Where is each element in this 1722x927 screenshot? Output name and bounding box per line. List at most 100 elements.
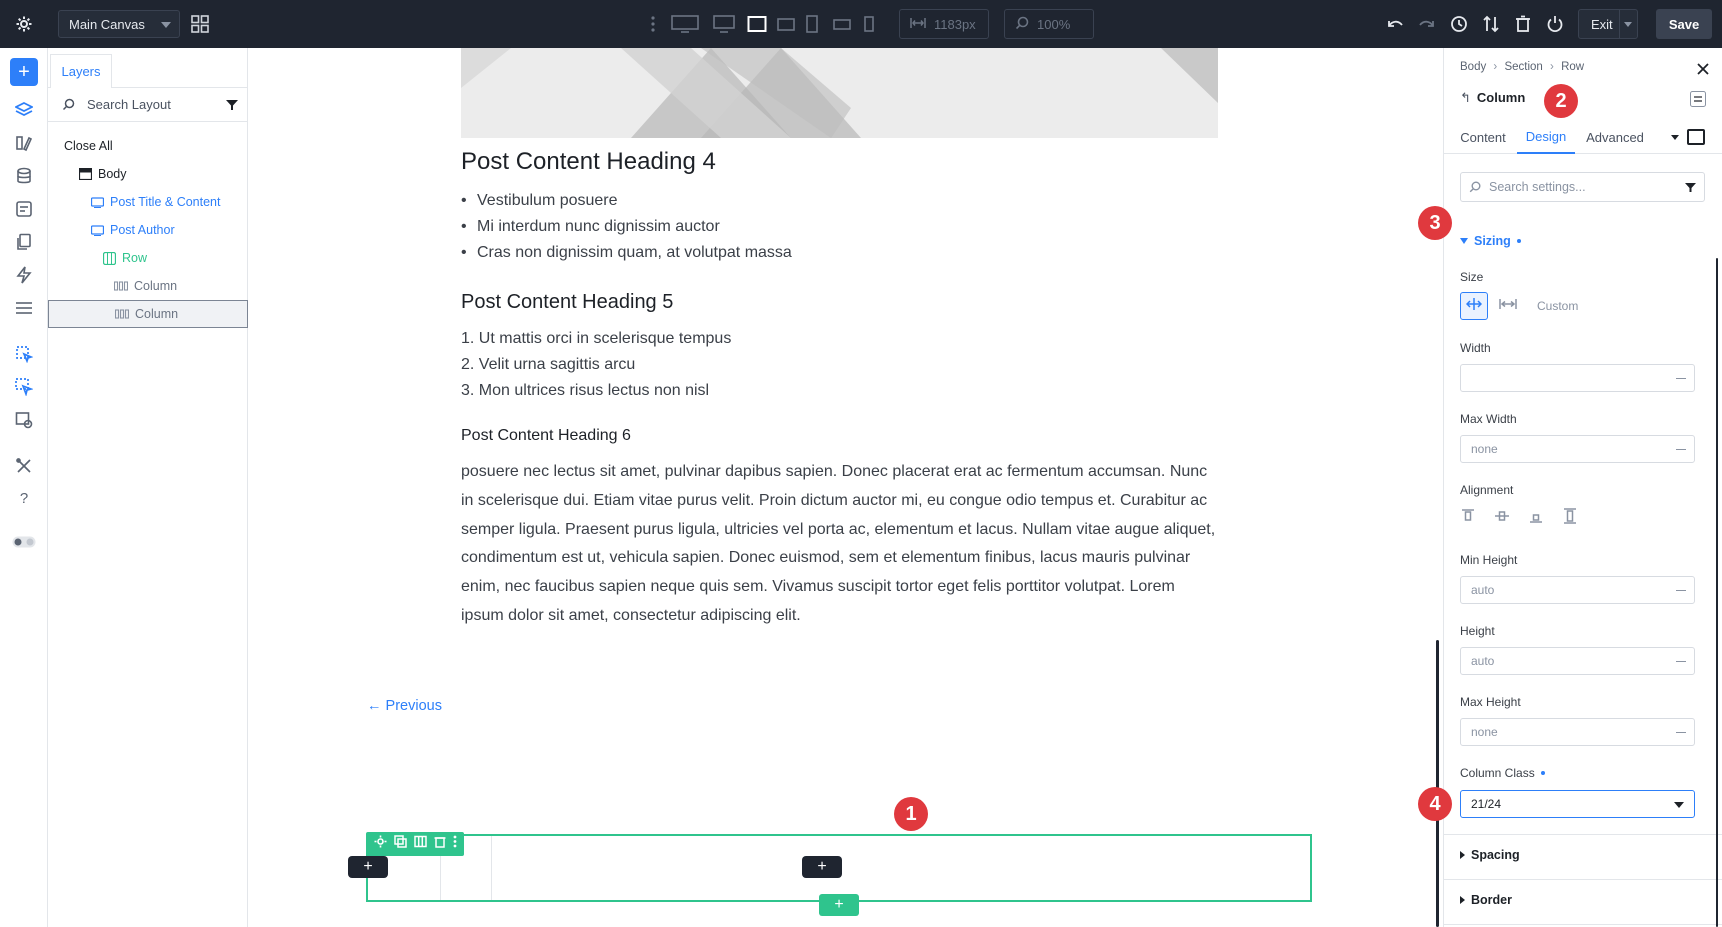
responsive-toggle-icon[interactable]: [1690, 91, 1706, 112]
layer-item-row[interactable]: Row: [48, 244, 248, 272]
tabs-chevron-down-icon[interactable]: [1671, 135, 1679, 140]
align-stretch-icon[interactable]: [1562, 508, 1578, 529]
section-icon: [90, 223, 104, 237]
fill-width-icon: [1465, 297, 1483, 316]
settings-search-input[interactable]: Search settings...: [1460, 172, 1705, 202]
preview-box-icon[interactable]: [1687, 129, 1705, 145]
add-row-button[interactable]: +: [819, 894, 859, 916]
exit-button[interactable]: Exit: [1578, 9, 1638, 39]
layer-item-post-title[interactable]: Post Title & Content: [48, 188, 248, 216]
breadcrumb-item[interactable]: Section: [1504, 61, 1542, 73]
chevron-down-icon: [161, 22, 171, 28]
desktop-wide-icon[interactable]: [670, 14, 700, 34]
max-width-input[interactable]: none: [1460, 435, 1695, 463]
min-height-input[interactable]: auto: [1460, 576, 1695, 604]
chevron-down-icon: [1674, 802, 1684, 808]
panel-scrollbar[interactable]: [1716, 258, 1718, 927]
delete-trash-icon[interactable]: [434, 835, 446, 853]
exit-chevron-down-icon[interactable]: [1619, 10, 1637, 38]
add-plus-icon[interactable]: +: [10, 58, 38, 86]
back-arrow-icon[interactable]: ↰: [1460, 90, 1471, 105]
row-settings-gear-icon[interactable]: [374, 835, 387, 853]
tab-design[interactable]: Design: [1517, 120, 1575, 154]
save-button[interactable]: Save: [1656, 9, 1712, 39]
close-icon[interactable]: [1697, 62, 1709, 80]
laptop-icon[interactable]: [746, 14, 768, 34]
pages-icon[interactable]: [12, 230, 36, 254]
canvas-scrollbar[interactable]: [1436, 640, 1439, 927]
add-module-button[interactable]: +: [802, 856, 842, 878]
multi-select-icon[interactable]: [12, 375, 36, 399]
body-paragraph: posuere nec lectus sit amet, pulvinar da…: [461, 463, 1216, 624]
canvas-select[interactable]: Main Canvas: [58, 10, 180, 38]
close-all-button[interactable]: Close All: [48, 132, 248, 160]
add-module-button[interactable]: +: [348, 856, 388, 878]
more-vertical-icon[interactable]: [646, 14, 660, 34]
layers-icon[interactable]: [12, 98, 36, 122]
undo-icon[interactable]: [1384, 14, 1406, 34]
dash-icon: [1676, 590, 1686, 591]
dash-icon: [1676, 378, 1686, 379]
size-custom-option[interactable]: Custom: [1537, 299, 1578, 313]
trash-icon[interactable]: [1512, 14, 1534, 34]
max-height-input[interactable]: none: [1460, 718, 1695, 746]
columns-icon[interactable]: [413, 835, 427, 853]
layer-item-column[interactable]: Column: [48, 272, 248, 300]
more-vertical-icon[interactable]: [453, 835, 457, 853]
breadcrumb-item[interactable]: Row: [1561, 61, 1584, 73]
theme-builder-icon[interactable]: [12, 408, 36, 432]
previous-link[interactable]: ← Previous: [367, 698, 442, 714]
numbered-list: 1. Ut mattis orci in scelerisque tempus …: [461, 326, 731, 404]
toggle-icon[interactable]: [12, 530, 36, 554]
tools-icon[interactable]: [12, 454, 36, 478]
design-library-icon[interactable]: [12, 131, 36, 155]
redo-icon[interactable]: [1416, 14, 1438, 34]
canvas-width-field[interactable]: 1183px: [899, 9, 989, 39]
align-bottom-icon[interactable]: [1528, 508, 1544, 529]
filter-icon[interactable]: [226, 99, 238, 114]
layers-tab[interactable]: Layers: [50, 54, 112, 88]
size-label: Size: [1460, 270, 1484, 284]
left-icon-rail: + ?: [0, 48, 48, 927]
grid-view-icon[interactable]: [190, 14, 210, 34]
section-border-header[interactable]: Border: [1460, 893, 1512, 907]
height-input[interactable]: auto: [1460, 647, 1695, 675]
layers-search[interactable]: Search Layout: [48, 88, 248, 122]
layer-item-column-selected[interactable]: Column: [48, 300, 248, 328]
callout-badge-4: 4: [1418, 787, 1452, 821]
row-icon: [102, 251, 116, 265]
database-icon[interactable]: [12, 164, 36, 188]
sort-arrows-icon[interactable]: [1480, 14, 1502, 34]
zoom-field[interactable]: 100%: [1004, 9, 1094, 39]
align-center-icon[interactable]: [1494, 508, 1510, 529]
tab-content[interactable]: Content: [1460, 120, 1506, 154]
power-icon[interactable]: [1544, 14, 1566, 34]
history-clock-icon[interactable]: [1448, 14, 1470, 34]
phone-portrait-icon[interactable]: [862, 14, 876, 34]
layer-item-post-author[interactable]: Post Author: [48, 216, 248, 244]
settings-gear-icon[interactable]: [12, 12, 36, 36]
filter-icon[interactable]: [1685, 182, 1696, 196]
duplicate-icon[interactable]: [393, 835, 407, 853]
phone-landscape-icon[interactable]: [832, 14, 852, 34]
tab-advanced[interactable]: Advanced: [1584, 120, 1646, 154]
section-sizing-header[interactable]: Sizing: [1460, 234, 1521, 248]
size-fill-button[interactable]: [1460, 292, 1488, 320]
page-settings-icon[interactable]: [12, 197, 36, 221]
tablet-landscape-icon[interactable]: [776, 14, 796, 34]
width-input[interactable]: [1460, 364, 1695, 392]
tablet-portrait-icon[interactable]: [804, 14, 820, 34]
sliders-icon[interactable]: [12, 296, 36, 320]
cursor-select-icon[interactable]: [12, 342, 36, 366]
section-spacing-header[interactable]: Spacing: [1460, 848, 1520, 862]
column-class-select[interactable]: 21/24: [1460, 790, 1695, 818]
layer-label: Row: [122, 251, 148, 265]
fixed-width-icon: [1499, 297, 1517, 316]
help-question-icon[interactable]: ?: [12, 486, 36, 510]
size-fixed-button[interactable]: [1494, 292, 1522, 320]
lightning-icon[interactable]: [12, 263, 36, 287]
breadcrumb-item[interactable]: Body: [1460, 61, 1486, 73]
layer-item-body[interactable]: Body: [48, 160, 248, 188]
desktop-icon[interactable]: [712, 14, 736, 34]
align-top-icon[interactable]: [1460, 508, 1476, 529]
